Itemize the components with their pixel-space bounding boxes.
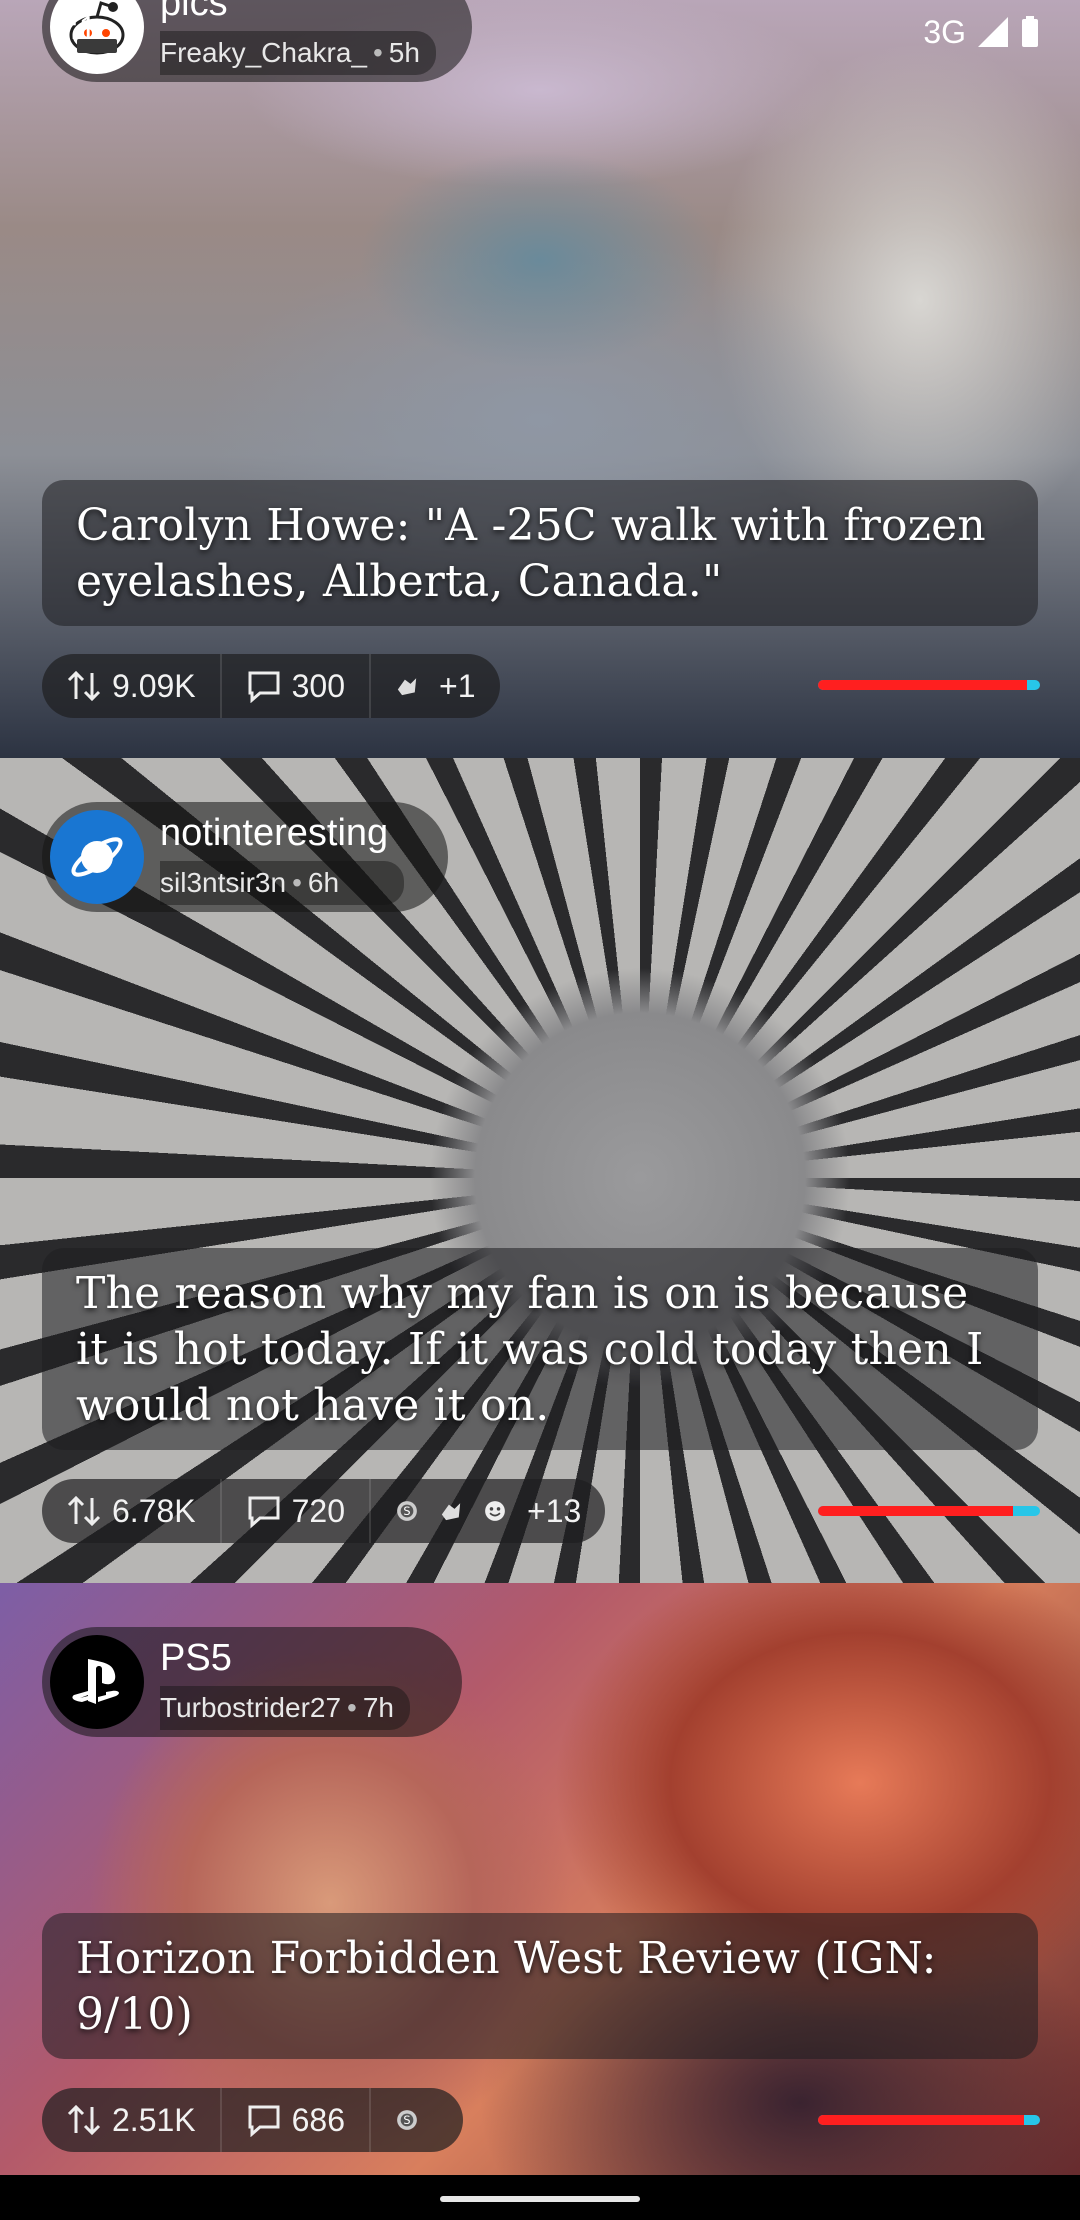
comment-icon [248, 671, 280, 703]
silver-award-icon: S [395, 1494, 429, 1528]
score: 6.78K [112, 1492, 196, 1529]
vote-button[interactable]: 2.51K [42, 2088, 222, 2152]
post-image[interactable] [0, 0, 1080, 758]
signal-icon [978, 17, 1008, 47]
post-card[interactable]: notinteresting sil3ntsir3n • 6h The reason… [0, 758, 1080, 1583]
planet-icon [71, 837, 123, 877]
awards-button[interactable]: S +13 [371, 1479, 605, 1543]
updown-arrows-icon [67, 670, 101, 702]
comment-icon [248, 1496, 280, 1528]
status-time: 9:1 [52, 10, 97, 46]
author-name[interactable]: Turbostrider27 [160, 1692, 341, 1723]
comments-button[interactable]: 300 [222, 654, 372, 718]
vote-button[interactable]: 6.78K [42, 1479, 222, 1543]
updown-arrows-icon [67, 2104, 101, 2136]
upvote-ratio-fill [818, 1506, 1014, 1516]
title-box[interactable]: Horizon Forbidden West Review (IGN: 9/10… [42, 1913, 1038, 2059]
comment-count: 686 [291, 2101, 346, 2138]
subreddit-name[interactable]: notinteresting [160, 809, 404, 857]
home-gesture-handle[interactable] [440, 2196, 640, 2202]
award-icon [395, 669, 429, 703]
upvote-ratio-bar [818, 2115, 1040, 2125]
title-box[interactable]: Carolyn Howe: "A -25C walk with frozen e… [42, 480, 1038, 626]
title-box[interactable]: The reason why my fan is on is because i… [42, 1248, 1038, 1450]
awards-button[interactable]: S [371, 2088, 463, 2152]
post-age: 6h [307, 867, 340, 898]
updown-arrows-icon [67, 1495, 101, 1527]
comments-button[interactable]: 720 [222, 1479, 372, 1543]
author-name[interactable]: sil3ntsir3n [160, 867, 286, 898]
comment-icon [248, 2105, 280, 2137]
status-bar: 9:1 3G [0, 0, 1080, 64]
battery-icon [1022, 16, 1038, 47]
svg-text:S: S [403, 2114, 410, 2127]
comments-button[interactable]: 686 [222, 2088, 372, 2152]
post-title[interactable]: Horizon Forbidden West Review (IGN: 9/10… [76, 1931, 1006, 2043]
post-title[interactable]: Carolyn Howe: "A -25C walk with frozen e… [76, 498, 1006, 610]
upvote-ratio-bar [818, 680, 1040, 690]
wholesome-award-icon [483, 1494, 517, 1528]
action-bar: 2.51K 686 S [42, 2088, 464, 2152]
post-card[interactable]: pics Freaky_Chakra_ • 5h Carolyn Howe: "A … [0, 0, 1080, 758]
post-meta: Turbostrider27 • 7h [160, 1686, 411, 1730]
subreddit-name[interactable]: PS5 [160, 1634, 410, 1682]
action-bar: 6.78K 720 S +13 [42, 1479, 606, 1543]
network-type: 3G [923, 13, 966, 50]
awards-button[interactable]: +1 [371, 654, 499, 718]
action-bar: 9.09K 300 +1 [42, 654, 500, 718]
subreddit-avatar[interactable] [50, 810, 144, 904]
score: 9.09K [112, 667, 196, 704]
upvote-ratio-bar [818, 1506, 1040, 1516]
post-title[interactable]: The reason why my fan is on is because i… [76, 1266, 1006, 1434]
comment-count: 720 [291, 1492, 346, 1529]
vote-button[interactable]: 9.09K [42, 654, 222, 718]
silver-award-icon: S [395, 2103, 429, 2137]
award-count: +13 [527, 1492, 582, 1529]
post-card[interactable]: PS5 Turbostrider27 • 7h Horizon Forbidden … [0, 1583, 1080, 2175]
comment-count: 300 [291, 667, 346, 704]
helpful-award-icon [439, 1494, 473, 1528]
upvote-ratio-fill [818, 680, 1027, 690]
subreddit-avatar[interactable] [50, 1635, 144, 1729]
award-count: +1 [439, 667, 476, 704]
upvote-ratio-fill [818, 2115, 1025, 2125]
score: 2.51K [112, 2101, 196, 2138]
playstation-logo-icon [72, 1659, 119, 1704]
svg-text:S: S [403, 1505, 410, 1518]
post-header[interactable]: PS5 Turbostrider27 • 7h [42, 1627, 462, 1737]
post-age: 7h [362, 1692, 395, 1723]
post-meta: sil3ntsir3n • 6h [160, 861, 405, 905]
post-header[interactable]: notinteresting sil3ntsir3n • 6h [42, 802, 448, 912]
